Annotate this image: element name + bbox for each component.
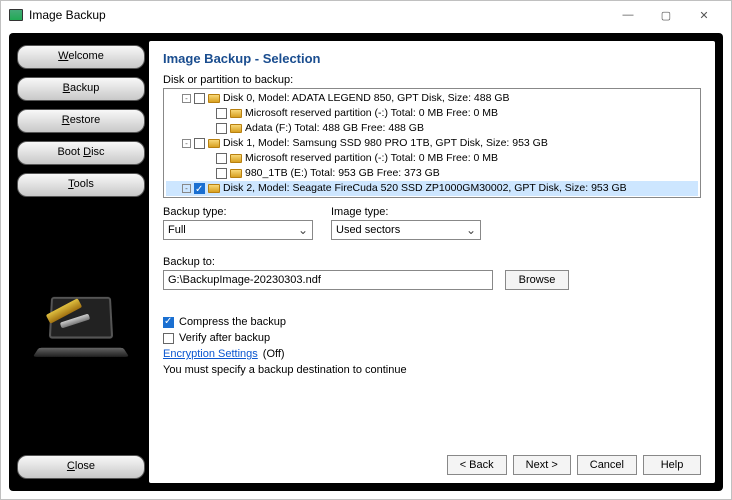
window-title: Image Backup <box>29 8 106 22</box>
sidebar-item-backup[interactable]: Backup <box>17 77 145 101</box>
image-type-label: Image type: <box>331 206 481 218</box>
tree-checkbox[interactable] <box>216 168 227 179</box>
tree-row[interactable]: EFI system partition (-:) Total: 96 MB F… <box>166 196 698 198</box>
tree-row[interactable]: - Disk 0, Model: ADATA LEGEND 850, GPT Di… <box>166 91 698 106</box>
maximize-button[interactable]: ▢ <box>647 5 685 25</box>
browse-button[interactable]: Browse <box>505 270 569 290</box>
tree-checkbox[interactable] <box>216 153 227 164</box>
tree-label: Disk or partition to backup: <box>163 74 701 86</box>
image-type-select[interactable]: Used sectors <box>331 220 481 240</box>
backup-type-label: Backup type: <box>163 206 313 218</box>
tree-row[interactable]: - Disk 2, Model: Seagate FireCuda 520 SSD… <box>166 181 698 196</box>
back-button[interactable]: < Back <box>447 455 507 475</box>
tree-label: 980_1TB (E:) Total: 953 GB Free: 373 GB <box>245 166 440 181</box>
tree-checkbox[interactable] <box>216 108 227 119</box>
tree-row[interactable]: Adata (F:) Total: 488 GB Free: 488 GB <box>166 121 698 136</box>
sidebar-illustration <box>17 235 145 427</box>
help-button[interactable]: Help <box>643 455 701 475</box>
sidebar-close-button[interactable]: Close <box>17 455 145 479</box>
tree-checkbox[interactable] <box>216 123 227 134</box>
disk-icon <box>230 154 242 163</box>
tree-label: Disk 2, Model: Seagate FireCuda 520 SSD … <box>223 181 627 196</box>
tree-row[interactable]: Microsoft reserved partition (-:) Total:… <box>166 106 698 121</box>
backup-type-select[interactable]: Full <box>163 220 313 240</box>
disk-icon <box>208 139 220 148</box>
verify-label: Verify after backup <box>179 332 270 344</box>
encryption-link[interactable]: Encryption Settings <box>163 348 258 360</box>
tree-label: Microsoft reserved partition (-:) Total:… <box>245 151 498 166</box>
sidebar-item-restore[interactable]: Restore <box>17 109 145 133</box>
cancel-button[interactable]: Cancel <box>577 455 637 475</box>
compress-checkbox[interactable] <box>163 317 174 328</box>
tree-row[interactable]: Microsoft reserved partition (-:) Total:… <box>166 151 698 166</box>
app-icon <box>9 9 23 21</box>
tree-checkbox[interactable] <box>194 93 205 104</box>
sidebar-item-bootdisc[interactable]: Boot Disc <box>17 141 145 165</box>
next-button[interactable]: Next > <box>513 455 571 475</box>
expander-icon[interactable]: - <box>182 184 191 193</box>
tree-checkbox[interactable] <box>194 183 205 194</box>
encryption-state: (Off) <box>263 348 285 360</box>
expander-icon[interactable]: - <box>182 94 191 103</box>
expander-icon[interactable]: - <box>182 139 191 148</box>
disk-icon <box>230 109 242 118</box>
tree-checkbox[interactable] <box>194 138 205 149</box>
backup-path-input[interactable] <box>163 270 493 290</box>
app-window: Image Backup — ▢ ✕ Welcome Backup Restor… <box>0 0 732 500</box>
tree-label: Disk 1, Model: Samsung SSD 980 PRO 1TB, … <box>223 136 548 151</box>
sidebar-item-welcome[interactable]: Welcome <box>17 45 145 69</box>
main-content: Image Backup - Selection Disk or partiti… <box>149 41 715 483</box>
sidebar-item-tools[interactable]: Tools <box>17 173 145 197</box>
disk-icon <box>208 184 220 193</box>
disk-tree[interactable]: - Disk 0, Model: ADATA LEGEND 850, GPT Di… <box>163 88 701 198</box>
tree-label: Microsoft reserved partition (-:) Total:… <box>245 106 498 121</box>
backup-to-label: Backup to: <box>163 256 701 268</box>
disk-icon <box>230 169 242 178</box>
close-window-button[interactable]: ✕ <box>685 5 723 25</box>
laptop-tools-icon <box>36 296 126 366</box>
disk-icon <box>230 124 242 133</box>
tree-label: Adata (F:) Total: 488 GB Free: 488 GB <box>245 121 424 136</box>
disk-icon <box>208 94 220 103</box>
titlebar: Image Backup — ▢ ✕ <box>1 1 731 29</box>
tree-row[interactable]: 980_1TB (E:) Total: 953 GB Free: 373 GB <box>166 166 698 181</box>
sidebar: Welcome Backup Restore Boot Disc Tools C… <box>17 41 145 483</box>
inner-frame: Welcome Backup Restore Boot Disc Tools C… <box>9 33 723 491</box>
tree-label: EFI system partition (-:) Total: 96 MB F… <box>245 196 476 198</box>
tree-row[interactable]: - Disk 1, Model: Samsung SSD 980 PRO 1TB,… <box>166 136 698 151</box>
minimize-button[interactable]: — <box>609 5 647 25</box>
verify-checkbox[interactable] <box>163 333 174 344</box>
compress-label: Compress the backup <box>179 316 286 328</box>
tree-label: Disk 0, Model: ADATA LEGEND 850, GPT Dis… <box>223 91 510 106</box>
page-title: Image Backup - Selection <box>163 51 701 66</box>
wizard-footer: < Back Next > Cancel Help <box>163 447 701 475</box>
destination-hint: You must specify a backup destination to… <box>163 364 701 376</box>
